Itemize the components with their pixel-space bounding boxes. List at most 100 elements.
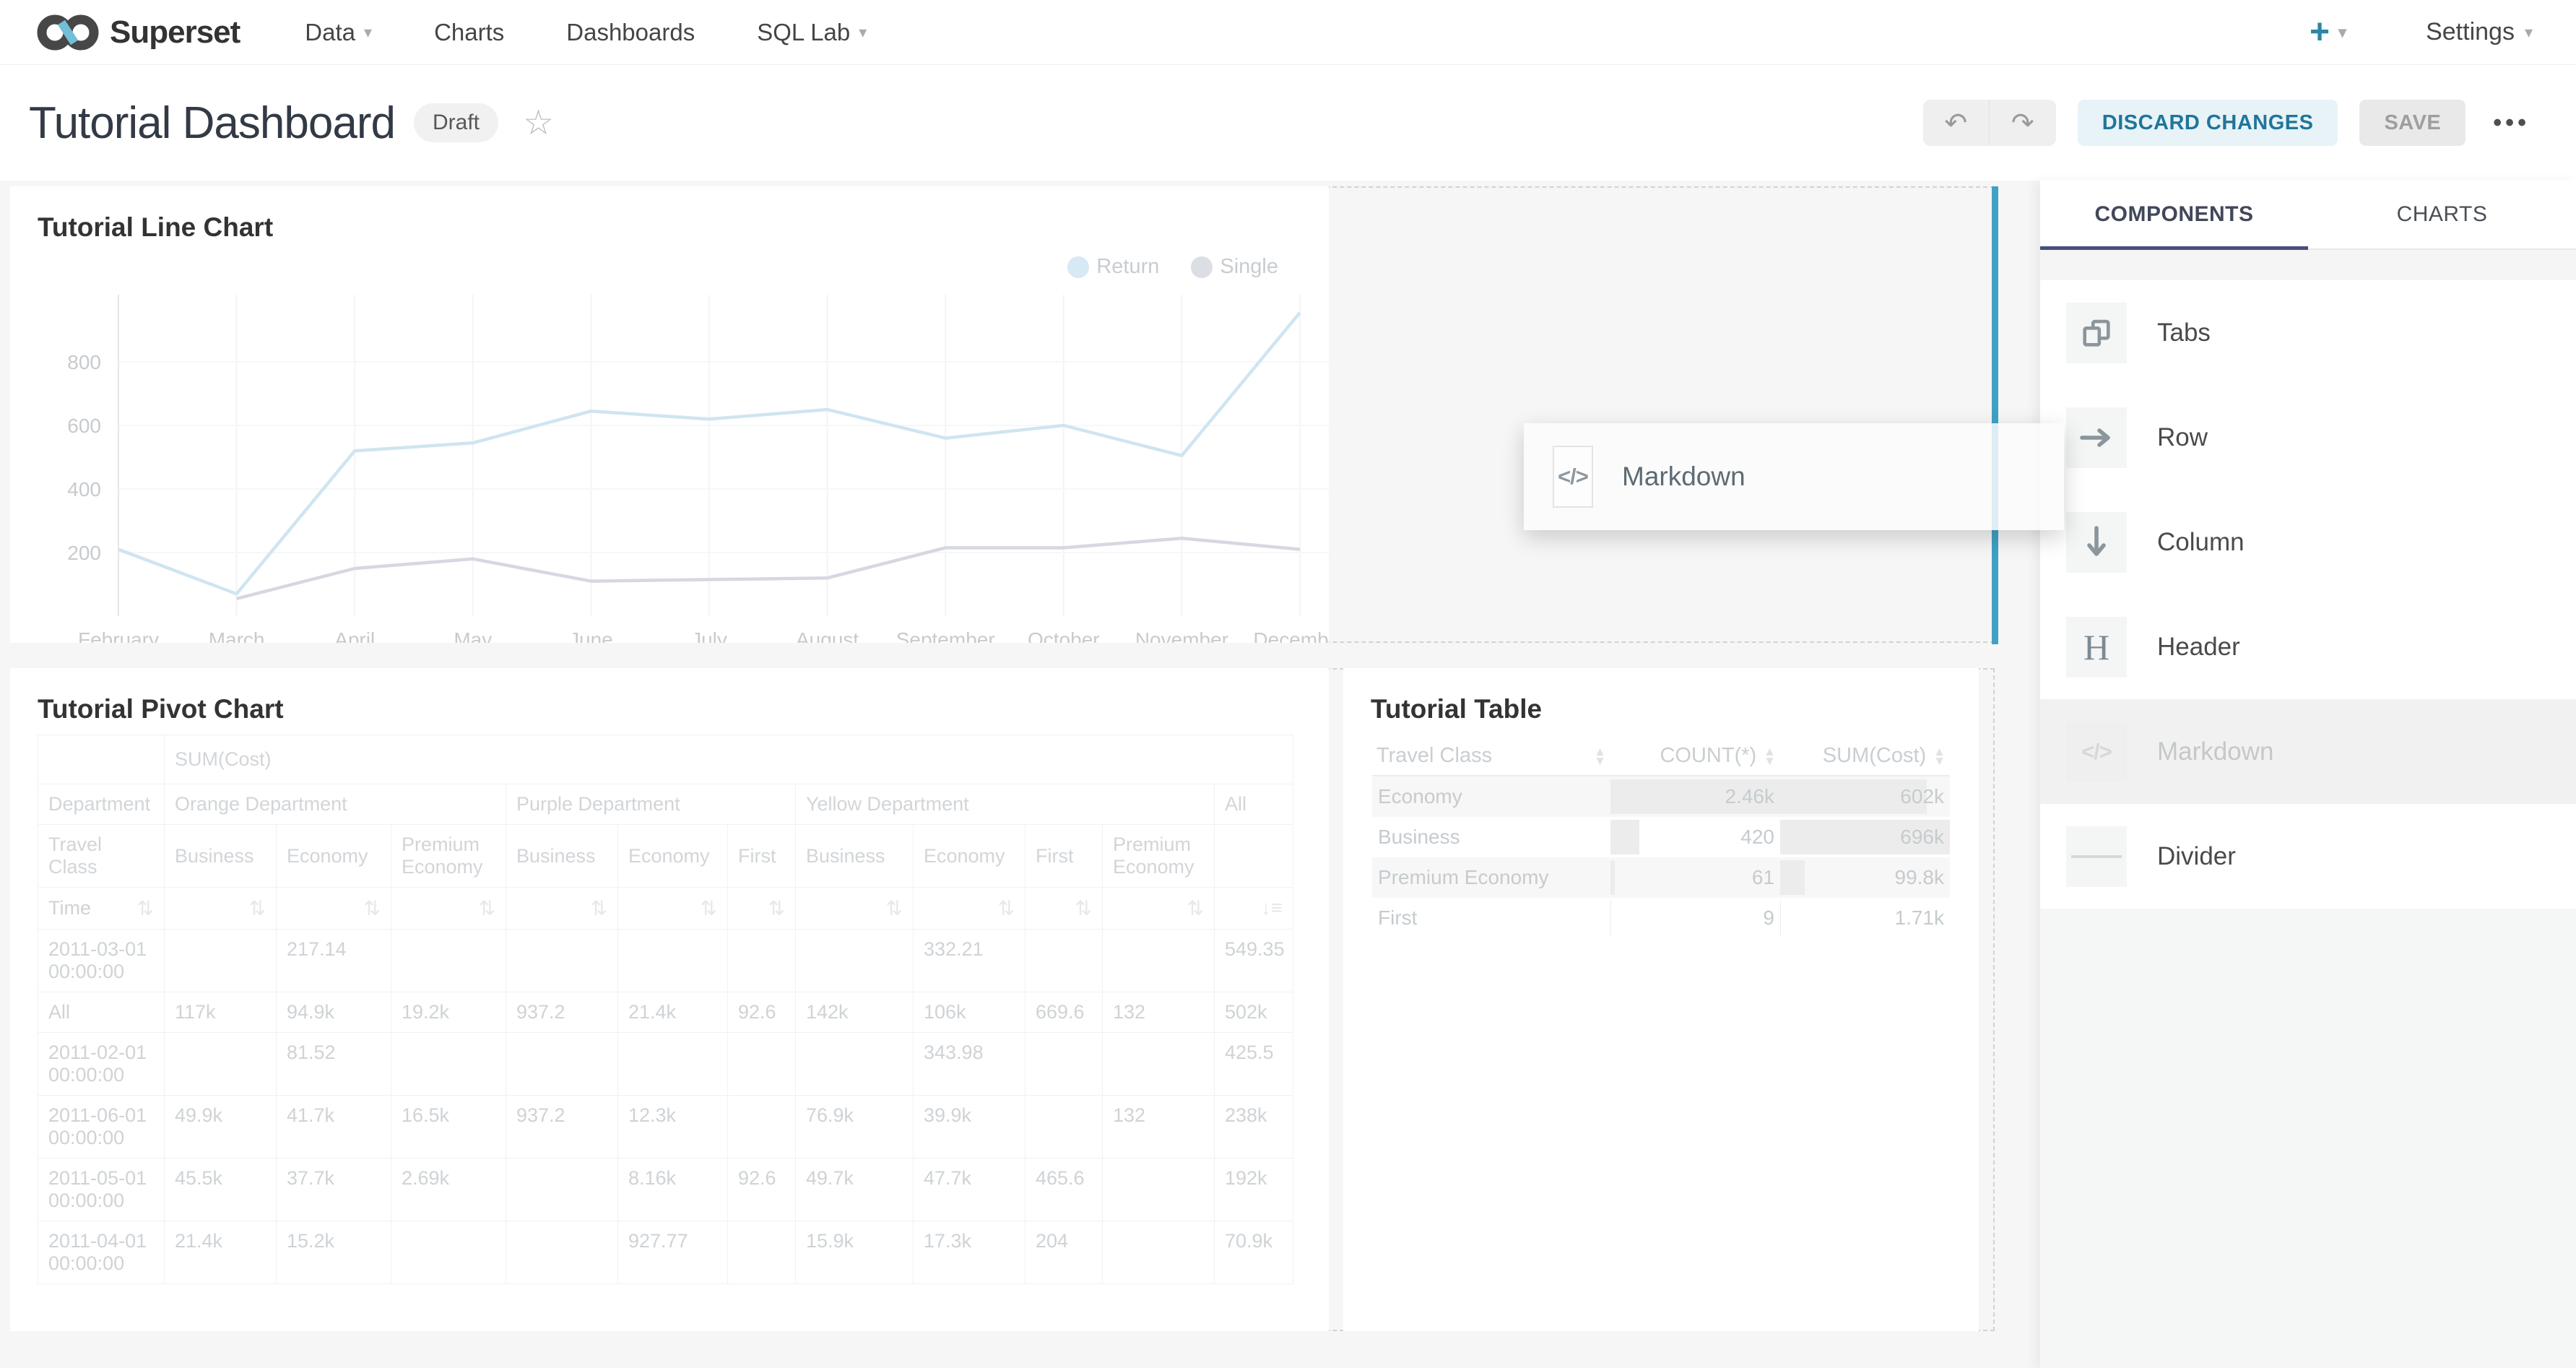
pivot-value-cell — [1025, 930, 1103, 992]
table-row: Premium Economy6199.8k — [1372, 857, 1950, 898]
sum-cell: 602k — [1780, 776, 1950, 817]
pivot-value-cell: 927.77 — [618, 1221, 728, 1284]
pivot-value-cell: 142k — [796, 992, 914, 1033]
drag-ghost-markdown[interactable]: </> Markdown — [1524, 423, 2064, 530]
favorite-star-icon[interactable]: ☆ — [523, 103, 554, 143]
component-label: Markdown — [2157, 737, 2273, 766]
sort-arrows-icon[interactable]: ⇅ — [998, 896, 1015, 920]
legend-item-single[interactable]: Single — [1191, 255, 1278, 279]
component-label: Header — [2157, 633, 2240, 662]
pivot-data-row: 2011-04-01 00:00:0021.4k15.2k927.7715.9k… — [38, 1221, 1293, 1284]
undo-button[interactable]: ↶ — [1923, 100, 1990, 146]
sort-arrows-icon[interactable]: ⇅ — [1187, 896, 1204, 920]
dashboard-grid: Tutorial Line Chart Return Single Februar… — [0, 181, 2040, 1368]
sort-arrows-icon[interactable]: ⇅ — [591, 896, 607, 920]
count-cell: 9 — [1610, 898, 1780, 938]
pivot-value-cell: 17.3k — [914, 1221, 1025, 1284]
component-item-markdown[interactable]: </> Markdown — [2040, 699, 2576, 804]
nav-item-sql-lab[interactable]: SQL Lab▾ — [757, 19, 867, 46]
column-header[interactable]: Travel Class▲▼ — [1372, 737, 1610, 776]
legend-item-return[interactable]: Return — [1067, 255, 1159, 279]
pivot-value-cell: 106k — [914, 992, 1025, 1033]
svg-text:March: March — [209, 628, 265, 643]
component-item-header[interactable]: HHeader — [2040, 594, 2576, 699]
pivot-data-row: 2011-05-01 00:00:0045.5k37.7k2.69k8.16k9… — [38, 1159, 1293, 1221]
page-title[interactable]: Tutorial Dashboard — [29, 98, 395, 149]
sort-arrows-icon[interactable]: ⇅ — [364, 896, 381, 920]
settings-menu[interactable]: Settings ▾ — [2426, 18, 2533, 46]
superset-logo[interactable]: Superset — [36, 14, 240, 51]
tab-components[interactable]: COMPONENTS — [2040, 181, 2308, 248]
pivot-sort-row: Time⇅⇅⇅⇅⇅⇅⇅⇅⇅⇅⇅↓≡ — [38, 888, 1293, 930]
pivot-value-cell: 343.98 — [914, 1033, 1025, 1096]
pivot-value-cell — [618, 930, 728, 992]
column-header[interactable]: COUNT(*)▲▼ — [1610, 737, 1780, 776]
component-item-tabs[interactable]: Tabs — [2040, 280, 2576, 385]
line-chart-panel[interactable]: Tutorial Line Chart Return Single Februar… — [10, 186, 1329, 643]
count-cell: 420 — [1610, 817, 1780, 857]
superset-app: Superset Data▾ Charts Dashboards SQL Lab▾ +… — [0, 0, 2576, 1368]
component-label: Column — [2157, 528, 2245, 557]
pivot-metric-row: SUM(Cost) — [38, 735, 1293, 784]
travel-class-cell: Business — [1372, 817, 1610, 857]
save-button[interactable]: SAVE — [2359, 100, 2466, 146]
redo-button[interactable]: ↷ — [1990, 100, 2056, 146]
drag-ghost-label: Markdown — [1622, 462, 1745, 492]
pivot-value-cell: 204 — [1025, 1221, 1103, 1284]
chevron-down-icon: ▾ — [2525, 23, 2533, 42]
column-header[interactable]: SUM(Cost)▲▼ — [1780, 737, 1950, 776]
data-table: Travel Class▲▼COUNT(*)▲▼SUM(Cost)▲▼ Econ… — [1372, 737, 1950, 938]
pivot-time-cell: 2011-04-01 00:00:00 — [38, 1221, 165, 1284]
svg-text:May: May — [454, 628, 492, 643]
sort-arrows-icon[interactable]: ⇅ — [137, 896, 154, 920]
markdown-icon: </> — [2066, 722, 2127, 782]
sort-arrows-icon[interactable]: ⇅ — [1075, 896, 1092, 920]
sort-caret-icon[interactable]: ▲▼ — [1594, 747, 1606, 766]
nav-item-dashboards[interactable]: Dashboards — [566, 19, 695, 46]
pivot-value-cell — [618, 1033, 728, 1096]
travel-class-header: First — [728, 825, 796, 888]
sort-arrows-icon[interactable]: ⇅ — [886, 896, 903, 920]
pivot-value-cell: 21.4k — [165, 1221, 277, 1284]
component-label: Divider — [2157, 842, 2236, 871]
pivot-value-cell: 217.14 — [277, 930, 391, 992]
nav-item-data[interactable]: Data▾ — [305, 19, 372, 46]
sort-arrows-icon[interactable]: ⇅ — [479, 896, 495, 920]
pivot-time-cell: 2011-03-01 00:00:00 — [38, 930, 165, 992]
sort-arrows-icon[interactable]: ⇅ — [768, 896, 785, 920]
pivot-value-cell — [506, 930, 618, 992]
sort-arrows-icon[interactable]: ⇅ — [249, 896, 266, 920]
sort-arrows-icon[interactable]: ⇅ — [701, 896, 717, 920]
chart-title: Tutorial Line Chart — [38, 212, 273, 243]
travel-class-header: Business — [506, 825, 618, 888]
svg-text:February: February — [78, 628, 159, 643]
table-chart-panel[interactable]: Tutorial Table Travel Class▲▼COUNT(*)▲▼S… — [1343, 668, 1979, 1331]
pivot-value-cell — [1025, 1033, 1103, 1096]
pivot-value-cell: 92.6 — [728, 1159, 796, 1221]
pivot-value-cell — [1103, 1033, 1215, 1096]
pivot-time-cell: 2011-05-01 00:00:00 — [38, 1159, 165, 1221]
pivot-value-cell — [796, 930, 914, 992]
nav-item-charts[interactable]: Charts — [434, 19, 504, 46]
sum-cell: 1.71k — [1780, 898, 1950, 938]
pivot-data-row: 2011-03-01 00:00:00217.14332.21549.35 — [38, 930, 1293, 992]
component-item-divider[interactable]: Divider — [2040, 804, 2576, 909]
table-row: Economy2.46k602k — [1372, 776, 1950, 817]
svg-text:200: 200 — [67, 542, 101, 564]
sort-caret-icon[interactable]: ▲▼ — [1933, 747, 1946, 766]
discard-changes-button[interactable]: DISCARD CHANGES — [2078, 100, 2338, 146]
sidebar-divider-strip — [2040, 250, 2576, 280]
pivot-value-cell: 669.6 — [1025, 992, 1103, 1033]
add-new-button[interactable]: + ▾ — [2310, 12, 2346, 52]
line-chart-svg: FebruaryMarchAprilMayJuneJulyAugustSepte… — [53, 287, 1329, 643]
sort-desc-icon[interactable]: ↓≡ — [1261, 896, 1283, 919]
tab-charts[interactable]: CHARTS — [2308, 181, 2576, 248]
pivot-time-cell: 2011-02-01 00:00:00 — [38, 1033, 165, 1096]
department-header: Yellow Department — [796, 784, 1215, 825]
component-item-column[interactable]: Column — [2040, 490, 2576, 594]
component-item-row[interactable]: Row — [2040, 385, 2576, 490]
pivot-chart-panel[interactable]: Tutorial Pivot Chart SUM(Cost)Department… — [10, 668, 1329, 1331]
pivot-data-row: 2011-06-01 00:00:0049.9k41.7k16.5k937.21… — [38, 1096, 1293, 1159]
overflow-menu-icon[interactable]: ••• — [2487, 109, 2536, 137]
sort-caret-icon[interactable]: ▲▼ — [1764, 747, 1776, 766]
